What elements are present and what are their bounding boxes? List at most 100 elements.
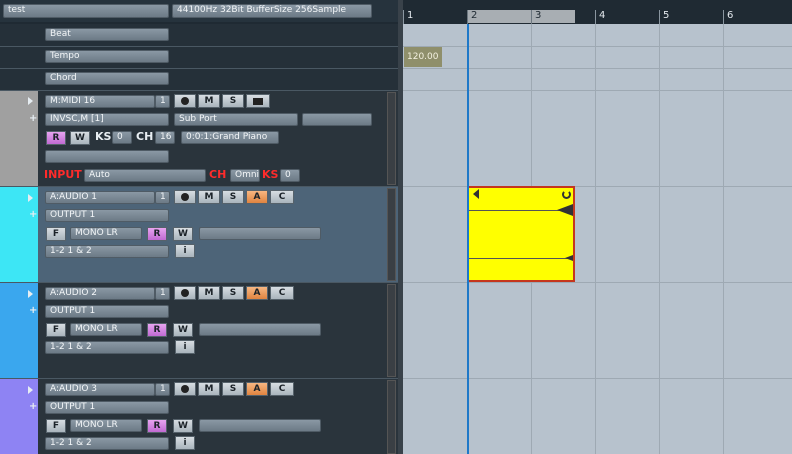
solo-button[interactable]: S: [222, 190, 244, 204]
audio-meter: [387, 188, 396, 281]
a-button[interactable]: A: [246, 382, 268, 396]
solo-button[interactable]: S: [222, 286, 244, 300]
grid-row-line: [403, 90, 792, 91]
write-button[interactable]: W: [173, 227, 193, 241]
add-icon[interactable]: +: [29, 306, 37, 316]
clip-fade-icon[interactable]: [557, 204, 573, 216]
mute-button[interactable]: M: [198, 286, 220, 300]
midi-blank-bar[interactable]: [45, 150, 169, 163]
input-ks-field[interactable]: 0: [280, 169, 300, 182]
sub-port-field[interactable]: Sub Port: [174, 113, 298, 126]
ruler-bar-1: 1: [407, 10, 414, 21]
read-button[interactable]: R: [147, 323, 167, 337]
audio-track-number: 1: [155, 383, 170, 396]
record-icon: [181, 385, 189, 393]
expand-icon[interactable]: [28, 97, 33, 105]
record-icon: [181, 289, 189, 297]
info-button[interactable]: i: [175, 436, 195, 450]
write-button[interactable]: W: [70, 131, 90, 145]
c-button[interactable]: C: [270, 382, 294, 396]
f-button[interactable]: F: [46, 419, 66, 433]
audio-track-name[interactable]: A:AUDIO 3: [45, 383, 155, 396]
input-ch-field[interactable]: Omni: [230, 169, 260, 182]
a-button[interactable]: A: [246, 286, 268, 300]
mono-mode-field[interactable]: MONO LR: [70, 227, 142, 240]
write-button[interactable]: W: [173, 419, 193, 433]
write-button[interactable]: W: [173, 323, 193, 337]
info-button[interactable]: i: [175, 340, 195, 354]
read-button[interactable]: R: [46, 131, 66, 145]
grid-line: [659, 24, 660, 454]
solo-button[interactable]: S: [222, 382, 244, 396]
read-button[interactable]: R: [147, 227, 167, 241]
record-button[interactable]: [174, 94, 196, 108]
monitor-button[interactable]: [246, 94, 270, 108]
clip-volume-handle-icon[interactable]: [565, 255, 573, 261]
ch-value[interactable]: 16: [155, 131, 175, 144]
midi-track-name[interactable]: M:MIDI 16: [45, 95, 155, 108]
beat-track-label[interactable]: Beat: [45, 28, 169, 41]
info-button[interactable]: i: [175, 244, 195, 258]
loop-range-bar[interactable]: [467, 10, 575, 23]
speaker-icon: [253, 98, 263, 105]
ruler-bar-5: 5: [663, 10, 670, 21]
chord-track-label[interactable]: Chord: [45, 72, 169, 85]
audio-clip[interactable]: [467, 186, 575, 282]
record-icon: [181, 97, 189, 105]
ruler-bar-3: 3: [535, 10, 542, 21]
c-button[interactable]: C: [270, 190, 294, 204]
clip-volume-line: [469, 258, 573, 259]
read-button[interactable]: R: [147, 419, 167, 433]
add-icon[interactable]: +: [29, 210, 37, 220]
blank-field[interactable]: [199, 419, 321, 432]
mono-mode-field[interactable]: MONO LR: [70, 323, 142, 336]
project-name-field[interactable]: test: [3, 4, 169, 18]
output-field[interactable]: OUTPUT 1: [45, 209, 169, 222]
grid-row-line: [403, 68, 792, 69]
record-button[interactable]: [174, 286, 196, 300]
add-icon[interactable]: +: [29, 114, 37, 124]
solo-button[interactable]: S: [222, 94, 244, 108]
routing-field[interactable]: 1-2 1 & 2: [45, 341, 169, 354]
mute-button[interactable]: M: [198, 382, 220, 396]
routing-field[interactable]: 1-2 1 & 2: [45, 245, 169, 258]
mono-mode-field[interactable]: MONO LR: [70, 419, 142, 432]
output-field[interactable]: OUTPUT 1: [45, 305, 169, 318]
expand-icon[interactable]: [28, 386, 33, 394]
audio-track-name[interactable]: A:AUDIO 2: [45, 287, 155, 300]
expand-icon[interactable]: [28, 290, 33, 298]
timeline-ruler[interactable]: [403, 0, 792, 24]
audio-meter: [387, 284, 396, 377]
grid-row-line: [403, 378, 792, 379]
input-ks-label: KS: [262, 168, 279, 181]
c-button[interactable]: C: [270, 286, 294, 300]
blank-field[interactable]: [199, 323, 321, 336]
playhead[interactable]: [467, 24, 469, 454]
ruler-bar-2: 2: [471, 10, 478, 21]
tempo-marker[interactable]: 120.00: [404, 47, 442, 67]
ks-value[interactable]: 0: [112, 131, 132, 144]
mute-button[interactable]: M: [198, 94, 220, 108]
grid-line: [723, 24, 724, 454]
f-button[interactable]: F: [46, 227, 66, 241]
f-button[interactable]: F: [46, 323, 66, 337]
tempo-track-label[interactable]: Tempo: [45, 50, 169, 63]
audio-info-field: 44100Hz 32Bit BufferSize 256Sample: [172, 4, 372, 18]
grid-line: [595, 24, 596, 454]
blank-field[interactable]: [302, 113, 372, 126]
midi-instrument-field[interactable]: INVSC,M [1]: [45, 113, 169, 126]
routing-field[interactable]: 1-2 1 & 2: [45, 437, 169, 450]
input-field[interactable]: Auto: [84, 169, 206, 182]
mute-button[interactable]: M: [198, 190, 220, 204]
record-button[interactable]: [174, 382, 196, 396]
clip-start-handle-icon[interactable]: [473, 189, 479, 199]
add-icon[interactable]: +: [29, 402, 37, 412]
record-button[interactable]: [174, 190, 196, 204]
audio-track-name[interactable]: A:AUDIO 1: [45, 191, 155, 204]
blank-field[interactable]: [199, 227, 321, 240]
loop-icon[interactable]: [562, 190, 571, 199]
program-field[interactable]: 0:0:1:Grand Piano: [181, 131, 279, 144]
expand-icon[interactable]: [28, 194, 33, 202]
output-field[interactable]: OUTPUT 1: [45, 401, 169, 414]
a-button[interactable]: A: [246, 190, 268, 204]
